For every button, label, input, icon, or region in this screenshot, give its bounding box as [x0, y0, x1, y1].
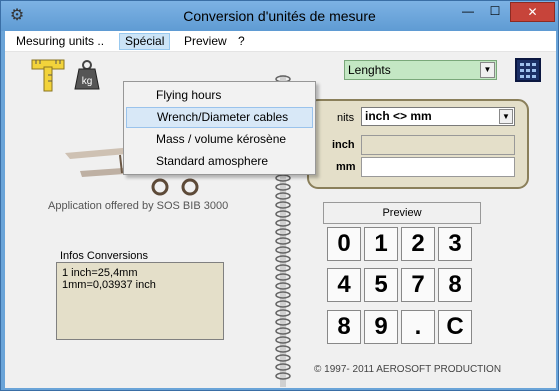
key-0[interactable]: 0 — [327, 227, 361, 261]
category-value: Lenghts — [348, 63, 391, 77]
menu-item-standard-atmosphere[interactable]: Standard amosphere — [126, 151, 313, 172]
infos-box: 1 inch=25,4mm 1mm=0,03937 inch — [56, 262, 224, 340]
title-bar[interactable]: ⚙ Conversion d'unités de mesure — ☐ ✕ — [1, 1, 558, 31]
mm-field[interactable] — [361, 157, 515, 177]
menu-mesuring-units[interactable]: Mesuring units .. — [11, 33, 109, 50]
copyright-text: © 1997- 2011 AEROSOFT PRODUCTION — [314, 364, 502, 375]
key-7[interactable]: 7 — [401, 268, 435, 302]
svg-text:kg: kg — [82, 76, 93, 87]
key-5[interactable]: 5 — [364, 268, 398, 302]
key-clear[interactable]: C — [438, 310, 472, 344]
keypad: 0 1 2 3 4 5 7 8 8 9 . C — [324, 227, 481, 350]
menu-special[interactable]: Spécial — [119, 33, 171, 50]
close-button[interactable]: ✕ — [510, 2, 555, 22]
key-9[interactable]: 9 — [364, 310, 398, 344]
info-line: 1 inch=25,4mm — [62, 267, 138, 279]
chevron-down-icon[interactable]: ▼ — [480, 62, 495, 78]
special-dropdown-menu: Flying hours Wrench/Diameter cables Mass… — [123, 81, 316, 175]
calculator-icon[interactable] — [515, 58, 541, 82]
key-8[interactable]: 8 — [438, 268, 472, 302]
app-window: ⚙ Conversion d'unités de mesure — ☐ ✕ Me… — [0, 0, 559, 391]
mm-label: mm — [336, 161, 356, 173]
inch-label: inch — [332, 139, 355, 151]
menu-item-wrench-diameter[interactable]: Wrench/Diameter cables — [126, 107, 313, 128]
menu-item-flying-hours[interactable]: Flying hours — [126, 85, 313, 106]
client-area: Mesuring units .. Spécial Preview ? kg L… — [5, 31, 556, 388]
units-select[interactable]: inch <> mm ▼ — [361, 107, 515, 126]
ruler-icon[interactable] — [30, 57, 66, 93]
key-4[interactable]: 4 — [327, 268, 361, 302]
weight-icon[interactable]: kg — [69, 57, 105, 93]
key-2[interactable]: 2 — [401, 227, 435, 261]
maximize-button[interactable]: ☐ — [482, 2, 508, 22]
units-value: inch <> mm — [365, 109, 432, 123]
category-select[interactable]: Lenghts ▼ — [344, 60, 497, 80]
key-3[interactable]: 3 — [438, 227, 472, 261]
key-dot[interactable]: . — [401, 310, 435, 344]
key-1[interactable]: 1 — [364, 227, 398, 261]
menu-preview[interactable]: Preview — [179, 33, 232, 50]
preview-button[interactable]: Preview — [323, 202, 481, 224]
menu-help[interactable]: ? — [233, 33, 250, 50]
key-8b[interactable]: 8 — [327, 310, 361, 344]
info-line: 1mm=0,03937 inch — [62, 279, 156, 291]
menu-item-mass-volume[interactable]: Mass / volume kérosène — [126, 129, 313, 150]
units-label: nits — [337, 112, 355, 124]
offered-by-text: Application offered by SOS BIB 3000 — [48, 200, 229, 212]
menu-bar: Mesuring units .. Spécial Preview ? — [5, 31, 556, 52]
inch-field[interactable] — [361, 135, 515, 155]
minimize-button[interactable]: — — [455, 2, 481, 22]
infos-label: Infos Conversions — [60, 250, 149, 262]
chevron-down-icon[interactable]: ▼ — [499, 109, 513, 124]
